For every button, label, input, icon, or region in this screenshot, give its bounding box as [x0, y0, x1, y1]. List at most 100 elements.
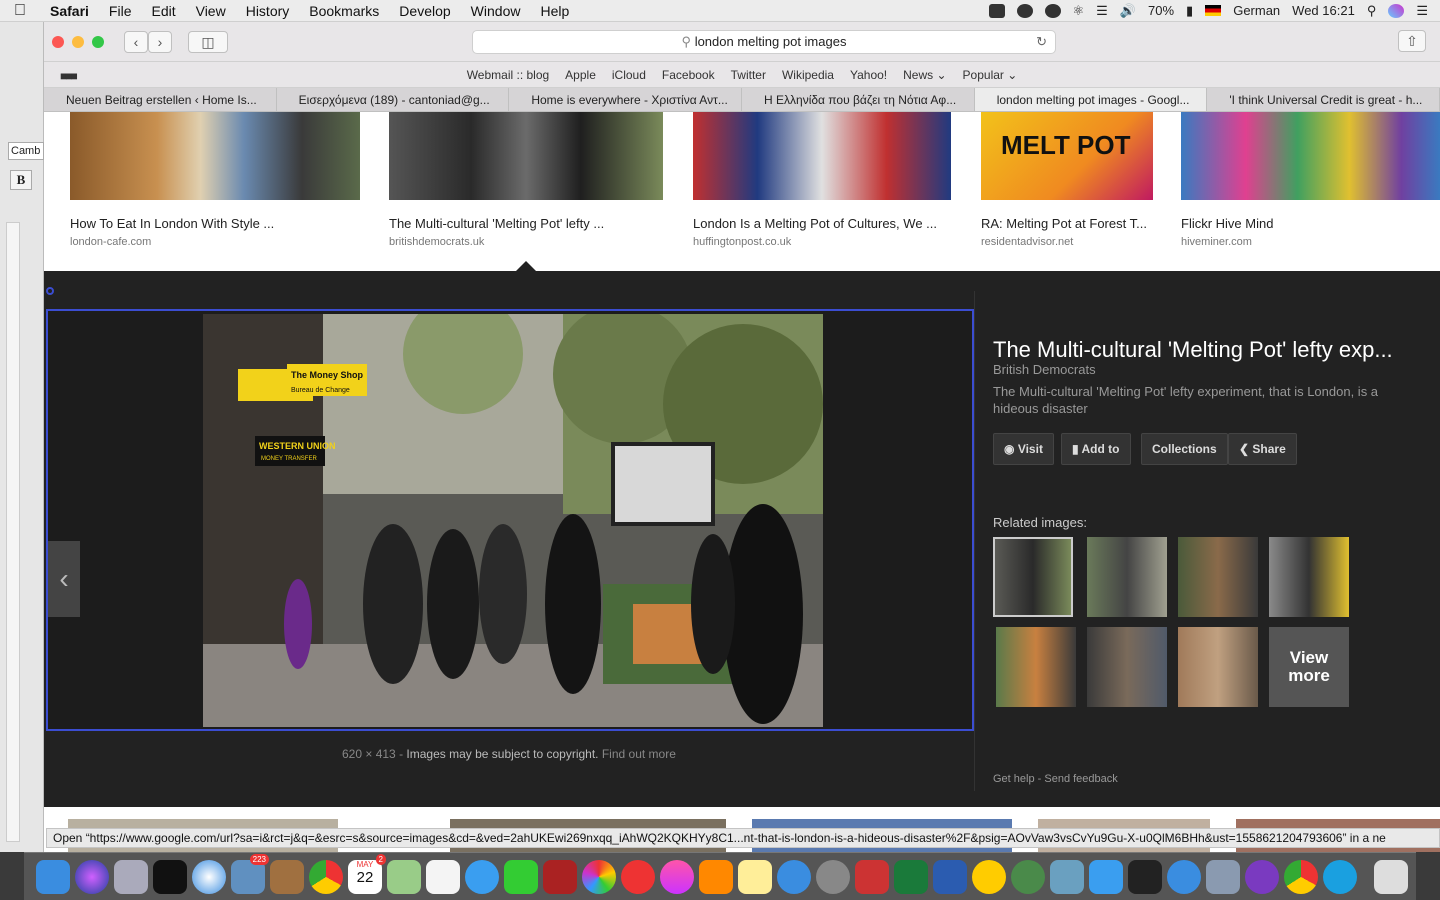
- input-language[interactable]: German: [1233, 3, 1280, 18]
- detail-site[interactable]: British Democrats: [993, 362, 1096, 377]
- time-machine-icon[interactable]: [1044, 3, 1061, 18]
- system-preferences-icon[interactable]: [816, 859, 850, 894]
- clock[interactable]: Wed 16:21: [1292, 3, 1355, 18]
- related-image-4[interactable]: [1269, 537, 1349, 617]
- calendar-icon[interactable]: MAY 22 2: [348, 853, 386, 894]
- battery-percent[interactable]: 70%: [1148, 3, 1174, 18]
- trash-icon[interactable]: [1374, 859, 1408, 894]
- spotlight-icon[interactable]: ⚲: [1367, 3, 1377, 19]
- detail-title[interactable]: The Multi-cultural 'Melting Pot' lefty e…: [993, 337, 1413, 363]
- wifi-icon[interactable]: ☰: [1096, 3, 1108, 19]
- related-image-2[interactable]: [1087, 537, 1167, 617]
- result-card-4[interactable]: MELT POT RA: Melting Pot at Forest T... …: [981, 112, 1153, 248]
- excel-icon[interactable]: [894, 859, 928, 894]
- font-field[interactable]: Camb: [8, 142, 44, 160]
- photo-booth-icon[interactable]: [543, 859, 577, 894]
- dropbox-icon[interactable]: [988, 3, 1005, 18]
- reminders-icon[interactable]: [426, 859, 460, 894]
- sidebar-toggle-button[interactable]: ◫: [188, 30, 228, 53]
- tab-5-active[interactable]: london melting pot images - Googl...: [974, 88, 1208, 111]
- result-card-1[interactable]: How To Eat In London With Style ... lond…: [70, 112, 360, 248]
- find-out-more-link[interactable]: Find out more: [602, 747, 676, 761]
- powerpoint-icon[interactable]: [855, 859, 889, 894]
- result-caption-1[interactable]: How To Eat In London With Style ...: [70, 216, 360, 231]
- get-help-link[interactable]: Get help: [993, 773, 1035, 785]
- menu-history[interactable]: History: [236, 3, 300, 19]
- mail-icon[interactable]: 223: [231, 853, 269, 894]
- fav-webmail[interactable]: Webmail :: blog: [467, 68, 549, 82]
- tab-6[interactable]: 'I think Universal Credit is great - h..…: [1207, 88, 1440, 111]
- fav-yahoo[interactable]: Yahoo!: [850, 68, 887, 82]
- teamviewer-icon[interactable]: [1167, 859, 1201, 894]
- people-app-icon[interactable]: [1089, 859, 1123, 894]
- minimize-window-button[interactable]: [72, 35, 84, 48]
- visit-button[interactable]: ◉ Visit: [993, 433, 1054, 465]
- zoom-window-button[interactable]: [92, 35, 104, 48]
- collections-button[interactable]: Collections: [1141, 433, 1228, 465]
- related-image-5[interactable]: [996, 627, 1076, 707]
- result-image-5[interactable]: [1181, 112, 1440, 200]
- bold-button[interactable]: B: [10, 170, 32, 190]
- word-icon[interactable]: [933, 859, 967, 894]
- top-sites-icon[interactable]: ■■■: [60, 69, 78, 83]
- preview-icon[interactable]: [1050, 859, 1084, 894]
- safari-dock-icon[interactable]: [192, 859, 226, 894]
- related-image-3[interactable]: [1178, 537, 1258, 617]
- siri-icon[interactable]: [1388, 3, 1405, 18]
- related-image-6[interactable]: [1087, 627, 1167, 707]
- fav-twitter[interactable]: Twitter: [731, 68, 766, 82]
- reload-icon[interactable]: ↻: [1036, 31, 1047, 53]
- result-caption-5[interactable]: Flickr Hive Mind: [1181, 216, 1440, 231]
- menu-develop[interactable]: Develop: [389, 3, 460, 19]
- main-image[interactable]: The Money Shop Bureau de Change WESTERN …: [203, 314, 823, 727]
- tab-4[interactable]: Η Ελληνίδα που βάζει τη Νότια Αφ...: [742, 88, 975, 111]
- news-icon[interactable]: [621, 859, 655, 894]
- fav-popular[interactable]: Popular ⌄: [963, 68, 1018, 82]
- menu-bookmarks[interactable]: Bookmarks: [299, 3, 389, 19]
- maps-icon[interactable]: [387, 859, 421, 894]
- related-image-7[interactable]: [1178, 627, 1258, 707]
- previous-image-button[interactable]: ‹: [48, 541, 80, 617]
- skype-status-icon[interactable]: [1016, 3, 1033, 18]
- facetime-icon[interactable]: [504, 859, 538, 894]
- battery-icon[interactable]: ▮: [1186, 3, 1193, 19]
- siri-dock-icon[interactable]: [75, 859, 109, 894]
- result-card-2[interactable]: The Multi-cultural 'Melting Pot' lefty .…: [389, 112, 663, 248]
- related-image-1[interactable]: [993, 537, 1073, 617]
- screenshot-app-icon[interactable]: [1128, 859, 1162, 894]
- menu-view[interactable]: View: [186, 3, 236, 19]
- launchpad-icon[interactable]: [114, 859, 148, 894]
- result-image-4[interactable]: MELT POT: [981, 112, 1153, 200]
- forward-button[interactable]: ›: [148, 30, 172, 53]
- app-store-icon[interactable]: [777, 859, 811, 894]
- tab-1[interactable]: Neuen Beitrag erstellen ‹ Home Is...: [44, 88, 277, 111]
- send-feedback-link[interactable]: Send feedback: [1044, 773, 1117, 785]
- books-icon[interactable]: [699, 859, 733, 894]
- menu-file[interactable]: File: [99, 3, 142, 19]
- viber-icon[interactable]: [1245, 859, 1279, 894]
- menu-help[interactable]: Help: [530, 3, 579, 19]
- skype-icon[interactable]: [1323, 859, 1357, 894]
- tab-2[interactable]: Εισερχόμενα (189) - cantoniad@g...: [277, 88, 510, 111]
- result-card-5[interactable]: Flickr Hive Mind hiveminer.com: [1181, 112, 1440, 248]
- mission-control-icon[interactable]: [153, 859, 187, 894]
- chrome-icon[interactable]: [309, 859, 343, 894]
- result-caption-3[interactable]: London Is a Melting Pot of Cultures, We …: [693, 216, 951, 231]
- share-toolbar-button[interactable]: ⇧: [1398, 30, 1426, 52]
- close-window-button[interactable]: [52, 35, 64, 48]
- chrome-2-icon[interactable]: [1284, 859, 1318, 894]
- fav-facebook[interactable]: Facebook: [662, 68, 715, 82]
- fav-icloud[interactable]: iCloud: [612, 68, 646, 82]
- result-image-1[interactable]: [70, 112, 360, 200]
- messages-icon[interactable]: [465, 859, 499, 894]
- finder-icon[interactable]: [36, 859, 70, 894]
- add-to-button[interactable]: ▮ Add to: [1061, 433, 1131, 465]
- result-image-3[interactable]: [693, 112, 951, 200]
- music-icon[interactable]: [660, 859, 694, 894]
- bluetooth-icon[interactable]: ⚛: [1073, 3, 1085, 19]
- result-image-2[interactable]: [389, 112, 663, 200]
- globe-app-icon[interactable]: [1011, 859, 1045, 894]
- result-caption-2[interactable]: The Multi-cultural 'Melting Pot' lefty .…: [389, 216, 663, 231]
- menu-edit[interactable]: Edit: [141, 3, 185, 19]
- fav-apple[interactable]: Apple: [565, 68, 596, 82]
